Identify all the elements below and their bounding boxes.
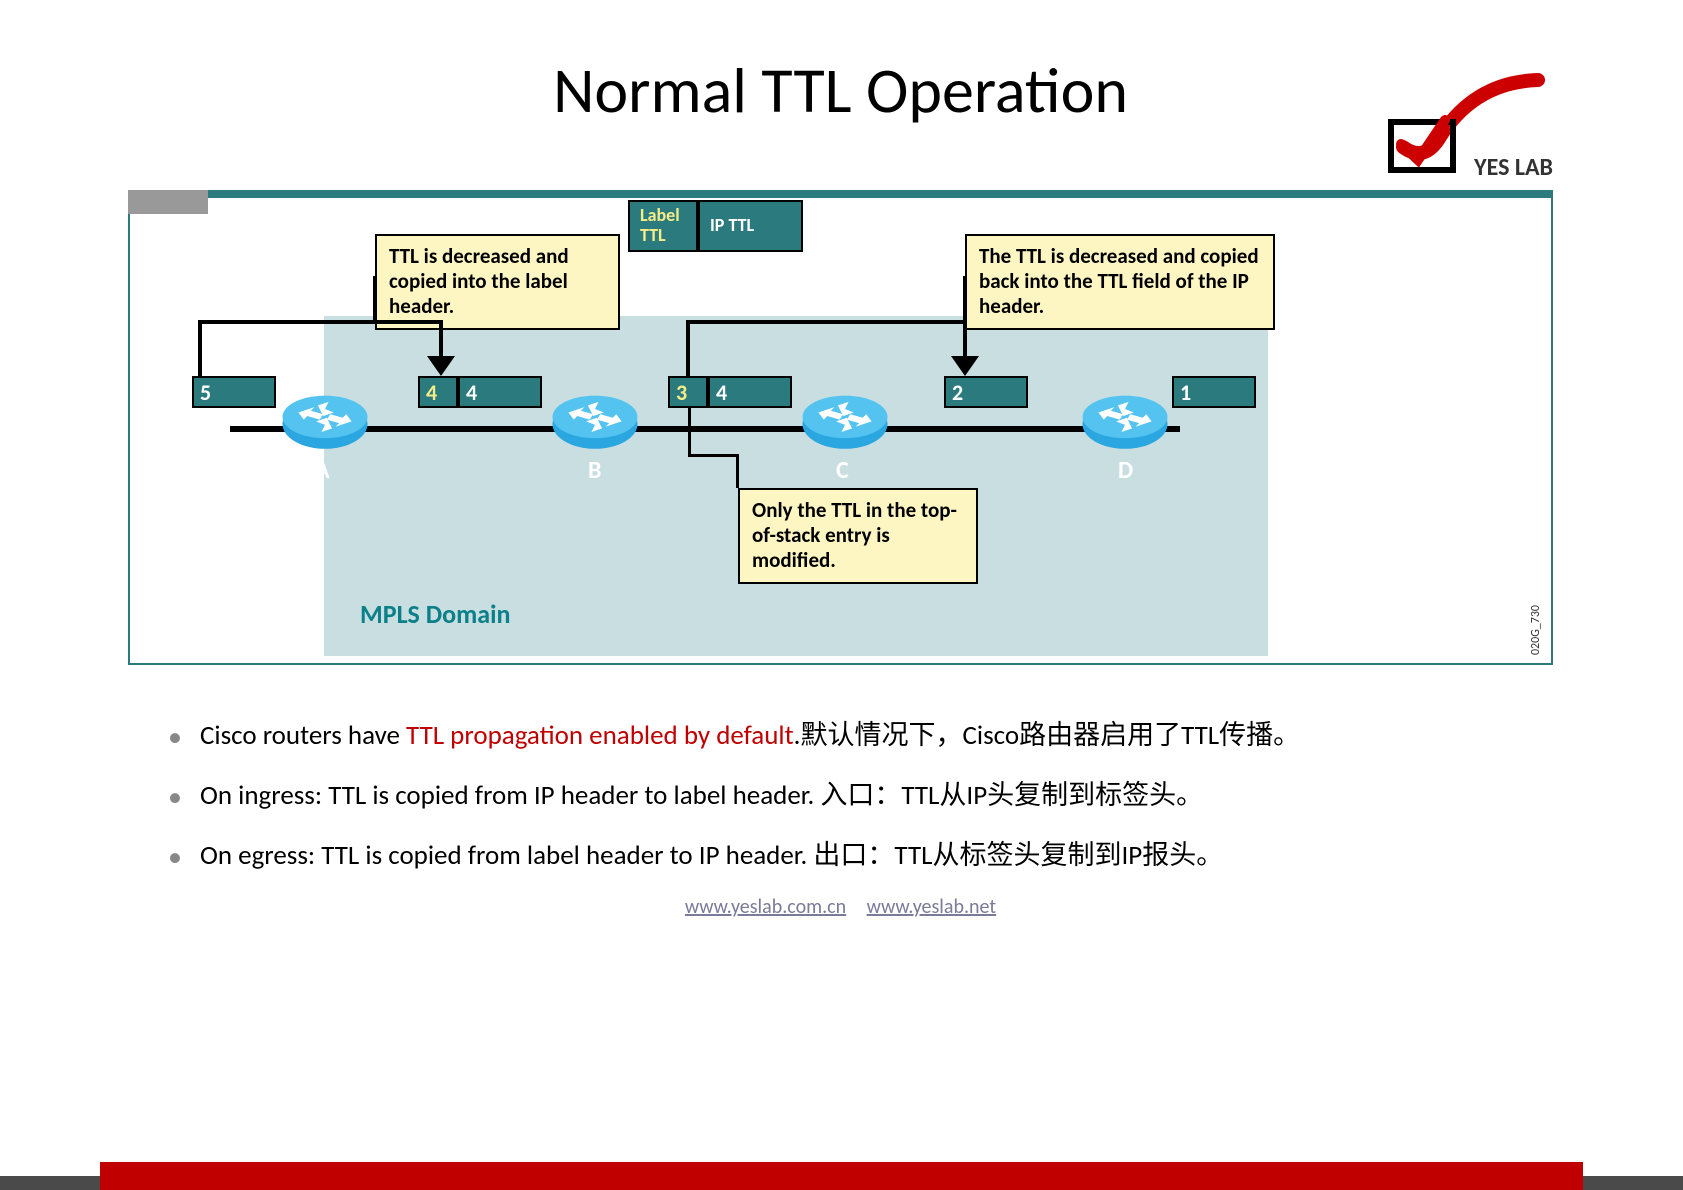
legend-label-ttl: Label TTL (628, 200, 698, 252)
slide-title: Normal TTL Operation (128, 52, 1553, 130)
mpls-domain-label: MPLS Domain (360, 598, 510, 630)
packet-2: 2 (944, 376, 1028, 408)
bullet-1: Cisco routers have TTL propagation enabl… (168, 715, 1553, 757)
legend-ip-ttl: IP TTL (698, 200, 803, 252)
connector-line (373, 276, 377, 324)
connector-line (963, 276, 967, 324)
connector-line (373, 320, 443, 324)
packet-ip-ttl: 4 (458, 376, 542, 408)
yeslab-logo: YES LAB (1373, 72, 1553, 182)
packet-ip-ttl: 1 (1172, 376, 1256, 408)
connector-line (439, 320, 443, 358)
router-label-a: A (315, 456, 330, 485)
footer-links: www.yeslab.com.cn www.yeslab.net (128, 895, 1553, 919)
footer-link-1[interactable]: www.yeslab.com.cn (685, 895, 846, 919)
packet-5: 5 (192, 376, 276, 408)
callout-egress: The TTL is decreased and copied back int… (965, 234, 1275, 330)
callout-ingress: TTL is decreased and copied into the lab… (375, 234, 620, 330)
router-d-icon (1080, 393, 1170, 455)
packet-label-ttl: 4 (418, 376, 458, 408)
connector-line (963, 320, 967, 358)
bullet-3: On egress: TTL is copied from label head… (168, 835, 1553, 877)
connector-line (688, 454, 739, 457)
connector-line (688, 408, 691, 456)
ttl-diagram: Label TTL IP TTL TTL is decreased and co… (128, 190, 1553, 665)
router-c-icon (800, 393, 890, 455)
packet-label-ttl: 3 (668, 376, 708, 408)
footer-bar-red (100, 1162, 1583, 1190)
router-label-b: B (588, 456, 601, 485)
bullet-highlight: TTL propagation enabled by default (406, 719, 794, 752)
bullet-list: Cisco routers have TTL propagation enabl… (128, 715, 1553, 877)
arrow-icon (951, 356, 979, 376)
packet-4: 4 4 (418, 376, 542, 408)
callout-topofstack: Only the TTL in the top-of-stack entry i… (738, 488, 978, 584)
bullet-text: Cisco routers have (200, 719, 406, 752)
router-label-d: D (1118, 456, 1133, 485)
packet-3: 3 4 (668, 376, 792, 408)
arrow-icon (427, 356, 455, 376)
footer-bars (0, 1156, 1683, 1190)
router-label-c: C (836, 456, 849, 485)
packet-legend: Label TTL IP TTL (628, 200, 803, 252)
router-a-icon (280, 393, 370, 455)
connector-line (198, 320, 202, 376)
footer-link-2[interactable]: www.yeslab.net (867, 895, 996, 919)
router-b-icon (550, 393, 640, 455)
bullet-text: .默认情况下，Cisco路由器启用了TTL传播。 (794, 719, 1300, 752)
packet-1: 1 (1172, 376, 1256, 408)
packet-ip-ttl: 2 (944, 376, 1028, 408)
packet-ip-ttl: 4 (708, 376, 792, 408)
connector-line (686, 320, 967, 324)
packet-ip-ttl: 5 (192, 376, 276, 408)
diagram-tab (128, 190, 208, 214)
connector-line (198, 320, 377, 324)
connector-line (686, 320, 690, 376)
bullet-2: On ingress: TTL is copied from IP header… (168, 775, 1553, 817)
router-link-line (230, 426, 1180, 432)
connector-line (736, 456, 739, 488)
image-code: 020G_730 (1529, 605, 1543, 655)
logo-text: YES LAB (1474, 153, 1553, 182)
